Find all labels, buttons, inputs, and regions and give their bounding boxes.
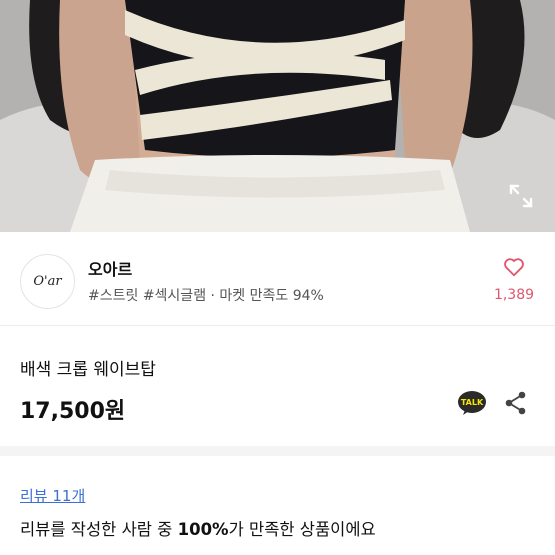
review-summary-percent: 100%	[177, 520, 229, 539]
review-count-link[interactable]: 리뷰 11개	[20, 485, 85, 506]
product-image[interactable]	[0, 0, 555, 232]
kakao-talk-icon: TALK	[458, 391, 486, 415]
kakao-talk-button[interactable]: TALK	[457, 390, 487, 416]
shop-logo-text: O'ar	[33, 274, 62, 289]
expand-arrows-icon	[509, 184, 533, 208]
divider	[0, 325, 555, 326]
product-photo-illustration	[0, 0, 555, 232]
review-satisfaction-summary: 리뷰를 작성한 사람 중 100%가 만족한 상품이에요	[20, 516, 376, 540]
product-name: 배색 크롭 웨이브탑	[20, 360, 156, 380]
shop-info-row[interactable]	[0, 232, 555, 324]
section-divider	[0, 446, 555, 456]
shop-name[interactable]: 오아르	[88, 256, 132, 280]
like-count: 1,389	[493, 287, 535, 303]
share-icon	[505, 391, 526, 415]
heart-outline-icon	[504, 258, 524, 277]
expand-image-button[interactable]	[505, 180, 537, 212]
share-button[interactable]	[503, 390, 529, 416]
review-summary-prefix: 리뷰를 작성한 사람 중	[20, 520, 178, 539]
talk-label: TALK	[461, 398, 484, 407]
shop-logo[interactable]: O'ar	[20, 254, 75, 309]
shop-tags: #스트릿 #섹시글램 · 마켓 만족도 94%	[88, 288, 324, 304]
product-price: 17,500원	[20, 399, 126, 424]
review-summary-suffix: 가 만족한 상품이에요	[228, 520, 376, 539]
